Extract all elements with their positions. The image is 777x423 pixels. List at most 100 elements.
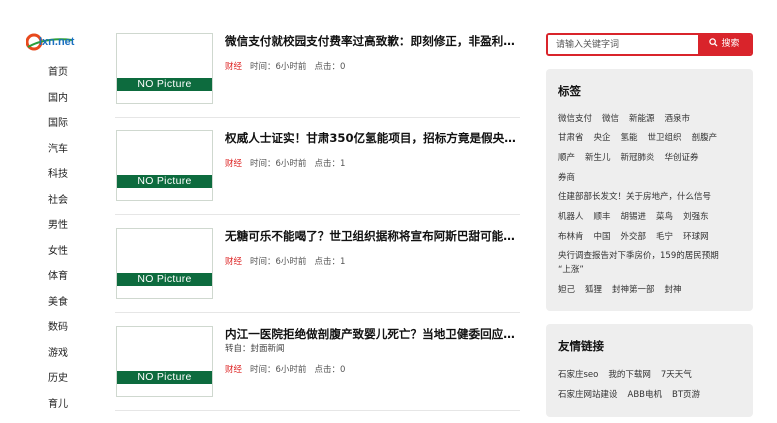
tag-row: 甘肃省 央企 氢能 世卫组织 剖腹产	[558, 131, 727, 143]
article-meta: 财经 时间：6小时前 点击：1	[225, 255, 345, 267]
article-thumbnail[interactable]: NO Picture	[116, 326, 213, 397]
tag-link[interactable]: 微信	[602, 112, 619, 124]
tag-link[interactable]: 顺产	[558, 151, 575, 163]
tag-link[interactable]: 新生儿	[585, 151, 611, 163]
tag-link[interactable]: 氢能	[621, 131, 638, 143]
friend-links-panel: 友情链接 石家庄seo 我的下载网 7天天气石家庄网站建设 ABB电机 BT页游	[546, 324, 753, 417]
tag-row: 央行调查报告对下季房价，159的居民预期	[558, 249, 729, 261]
tag-link[interactable]: 顺丰	[594, 210, 611, 222]
friend-link[interactable]: ABB电机	[628, 388, 662, 400]
article-clicks: 点击：0	[314, 365, 346, 375]
article-card: NO Picture 微信支付就校园支付费率过高致歉：即刻修正，非盈利场… 财经 时间…	[115, 20, 520, 118]
no-picture-label: NO Picture	[117, 273, 212, 286]
search-input[interactable]	[548, 35, 698, 54]
nav-item[interactable]: 女性	[0, 239, 115, 265]
tag-link[interactable]: 胡锡进	[621, 210, 647, 222]
search-button-label: 搜索	[721, 39, 740, 49]
article-thumbnail[interactable]: NO Picture	[116, 33, 213, 104]
tag-link[interactable]: 封神第一部	[612, 283, 655, 295]
tag-link[interactable]: 布林肯	[558, 230, 584, 242]
nav-item[interactable]: 首页	[0, 60, 115, 86]
tag-row: 顺产 新生儿 新冠肺炎 华创证券	[558, 151, 709, 163]
tag-link[interactable]: 封神	[665, 283, 682, 295]
friend-link-row: 石家庄seo 我的下载网 7天天气	[558, 368, 702, 380]
tag-link[interactable]: 环球网	[683, 230, 709, 242]
nav-item[interactable]: 数码	[0, 315, 115, 341]
nav-item[interactable]: 国际	[0, 111, 115, 137]
friend-link[interactable]: BT页游	[672, 388, 700, 400]
tags-panel: 标签 微信支付 微信 新能源 酒泉市 甘肃省 央企 氢能 世卫组织 剖腹产 顺产 新生儿 新冠肺炎 华创…	[546, 69, 753, 311]
search-icon	[709, 38, 719, 47]
tag-link[interactable]: 世卫组织	[648, 131, 682, 143]
nav-item[interactable]: 历史	[0, 366, 115, 392]
nav-item[interactable]: 国内	[0, 86, 115, 112]
tag-link[interactable]: 新能源	[629, 112, 655, 124]
tag-row: 住建部部长发文！关于房地产，什么信号	[558, 190, 721, 202]
search-button[interactable]: 搜索	[698, 35, 751, 54]
article-time: 时间：6小时前	[250, 257, 307, 267]
tag-link[interactable]: 央行调查报告对下季房价，159的居民预期	[558, 249, 719, 261]
article-category[interactable]: 财经	[225, 257, 242, 267]
no-picture-label: NO Picture	[117, 78, 212, 91]
friend-link[interactable]: 石家庄网站建设	[558, 388, 618, 400]
nav-item[interactable]: 男性	[0, 213, 115, 239]
nav-item[interactable]: 美食	[0, 290, 115, 316]
article-title[interactable]: 权威人士证实！甘肃350亿氢能项目，招标方竟是假央企|…	[225, 130, 517, 146]
friend-link-row: 石家庄网站建设 ABB电机 BT页游	[558, 388, 710, 400]
tag-link[interactable]: 刘强东	[683, 210, 709, 222]
nav-item[interactable]: 育儿	[0, 392, 115, 418]
article-category[interactable]: 财经	[225, 365, 242, 375]
tag-link[interactable]: 机器人	[558, 210, 584, 222]
article-meta: 财经 时间：6小时前 点击：0	[225, 60, 345, 72]
article-title[interactable]: 内江一医院拒绝做剖腹产致婴儿死亡？当地卫健委回应|剖…	[225, 326, 517, 342]
nav-item[interactable]: 科技	[0, 162, 115, 188]
tag-link[interactable]: 酒泉市	[665, 112, 691, 124]
article-thumbnail[interactable]: NO Picture	[116, 228, 213, 299]
article-source: 转自：封面新闻	[225, 344, 285, 354]
tag-link[interactable]: 外交部	[621, 230, 647, 242]
tag-row: 券商	[558, 171, 585, 183]
article-card: NO Picture 内江一医院拒绝做剖腹产致婴儿死亡？当地卫健委回应|剖… 转自：…	[115, 313, 520, 411]
tag-link[interactable]: 剖腹产	[692, 131, 718, 143]
friend-link[interactable]: 石家庄seo	[558, 368, 598, 380]
article-title[interactable]: 无糖可乐不能喝了？世卫组织据称将宣布阿斯巴甜可能致…	[225, 228, 517, 244]
nav-item[interactable]: 游戏	[0, 341, 115, 367]
site-logo[interactable]: lxn.net	[25, 31, 75, 53]
category-nav: 首页 国内 国际 汽车 科技 社会 男性 女性 体育 美食 数码 游戏 历史 育儿	[0, 60, 115, 417]
friend-links-title: 友情链接	[558, 339, 604, 353]
no-picture-label: NO Picture	[117, 175, 212, 188]
tag-link[interactable]: 央企	[594, 131, 611, 143]
tag-link[interactable]: 中国	[594, 230, 611, 242]
tag-row: “上涨”	[558, 263, 594, 275]
article-clicks: 点击：0	[314, 62, 346, 72]
tag-link[interactable]: “上涨”	[558, 263, 584, 275]
tag-link[interactable]: 菜鸟	[656, 210, 673, 222]
article-meta: 财经 时间：6小时前 点击：0	[225, 363, 345, 375]
tag-link[interactable]: 毛宁	[656, 230, 673, 242]
article-time: 时间：6小时前	[250, 62, 307, 72]
friend-link[interactable]: 我的下载网	[608, 368, 651, 380]
article-thumbnail[interactable]: NO Picture	[116, 130, 213, 201]
article-time: 时间：6小时前	[250, 365, 307, 375]
article-clicks: 点击：1	[314, 159, 346, 169]
tag-link[interactable]: 微信支付	[558, 112, 592, 124]
logo-text: lxn.net	[39, 36, 75, 48]
friend-link[interactable]: 7天天气	[661, 368, 692, 380]
tag-link[interactable]: 新冠肺炎	[621, 151, 655, 163]
tag-link[interactable]: 券商	[558, 171, 575, 183]
article-category[interactable]: 财经	[225, 62, 242, 72]
nav-item[interactable]: 汽车	[0, 137, 115, 163]
article-clicks: 点击：1	[314, 257, 346, 267]
article-card: NO Picture 权威人士证实！甘肃350亿氢能项目，招标方竟是假央企|… 财经…	[115, 117, 520, 215]
tag-link[interactable]: 住建部部长发文！关于房地产，什么信号	[558, 190, 711, 202]
tag-row: 微信支付 微信 新能源 酒泉市	[558, 112, 700, 124]
tag-link[interactable]: 甘肃省	[558, 131, 584, 143]
tag-link[interactable]: 华创证券	[665, 151, 699, 163]
article-category[interactable]: 财经	[225, 159, 242, 169]
article-title[interactable]: 微信支付就校园支付费率过高致歉：即刻修正，非盈利场…	[225, 33, 517, 49]
nav-item[interactable]: 社会	[0, 188, 115, 214]
nav-item[interactable]: 体育	[0, 264, 115, 290]
tag-link[interactable]: 狐狸	[585, 283, 602, 295]
tag-row: 布林肯 中国 外交部 毛宁 环球网	[558, 230, 719, 242]
tag-link[interactable]: 妲己	[558, 283, 575, 295]
